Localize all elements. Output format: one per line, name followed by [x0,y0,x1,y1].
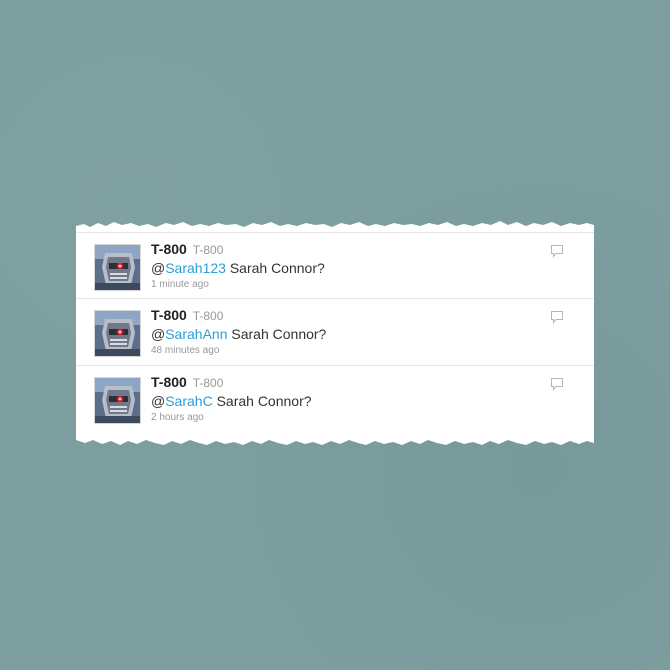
reply-bubble-icon[interactable] [550,377,564,391]
mention-link[interactable]: SarahAnn [165,326,227,342]
terminator-avatar-icon [95,311,140,356]
tweet-content: T-800 T-800 @SarahAnn Sarah Connor? 48 m… [151,307,554,359]
at-symbol: @ [151,326,166,342]
at-symbol: @ [151,393,166,409]
mention-link[interactable]: Sarah123 [165,260,226,276]
tweet-item[interactable]: T-800 T-800 @SarahAnn Sarah Connor? 48 m… [76,299,594,366]
tweet-timestamp[interactable]: 1 minute ago [151,277,554,293]
author-handle[interactable]: T-800 [193,376,224,390]
author-handle[interactable]: T-800 [193,309,224,323]
torn-paper-card: T-800 T-800 @Sarah123 Sarah Connor? 1 mi… [76,220,594,448]
tweet-text: @SarahC Sarah Connor? [151,392,554,410]
avatar[interactable] [94,244,141,291]
author-handle[interactable]: T-800 [193,243,224,257]
tweet-text: @SarahAnn Sarah Connor? [151,325,554,343]
terminator-avatar-icon [95,245,140,290]
author-name[interactable]: T-800 [151,307,187,323]
avatar[interactable] [94,377,141,424]
author-name[interactable]: T-800 [151,374,187,390]
tweet-content: T-800 T-800 @Sarah123 Sarah Connor? 1 mi… [151,241,554,293]
tweet-content: T-800 T-800 @SarahC Sarah Connor? 2 hour… [151,374,554,426]
tweet-timestamp[interactable]: 2 hours ago [151,410,554,426]
tweet-item[interactable]: T-800 T-800 @Sarah123 Sarah Connor? 1 mi… [76,232,594,299]
reply-bubble-icon[interactable] [550,310,564,324]
mention-link[interactable]: SarahC [165,393,212,409]
at-symbol: @ [151,260,166,276]
torn-edge-bottom [76,432,594,445]
tweet-body: Sarah Connor? [227,326,327,342]
page-background: T-800 T-800 @Sarah123 Sarah Connor? 1 mi… [0,0,670,670]
tweet-body: Sarah Connor? [212,393,312,409]
avatar[interactable] [94,310,141,357]
tweet-text: @Sarah123 Sarah Connor? [151,259,554,277]
tweet-item[interactable]: T-800 T-800 @SarahC Sarah Connor? 2 hour… [76,366,594,433]
author-name[interactable]: T-800 [151,241,187,257]
tweet-timestamp[interactable]: 48 minutes ago [151,343,554,359]
tweet-body: Sarah Connor? [225,260,325,276]
reply-bubble-icon[interactable] [550,244,564,258]
tweet-list: T-800 T-800 @Sarah123 Sarah Connor? 1 mi… [76,232,594,438]
terminator-avatar-icon [95,378,140,423]
